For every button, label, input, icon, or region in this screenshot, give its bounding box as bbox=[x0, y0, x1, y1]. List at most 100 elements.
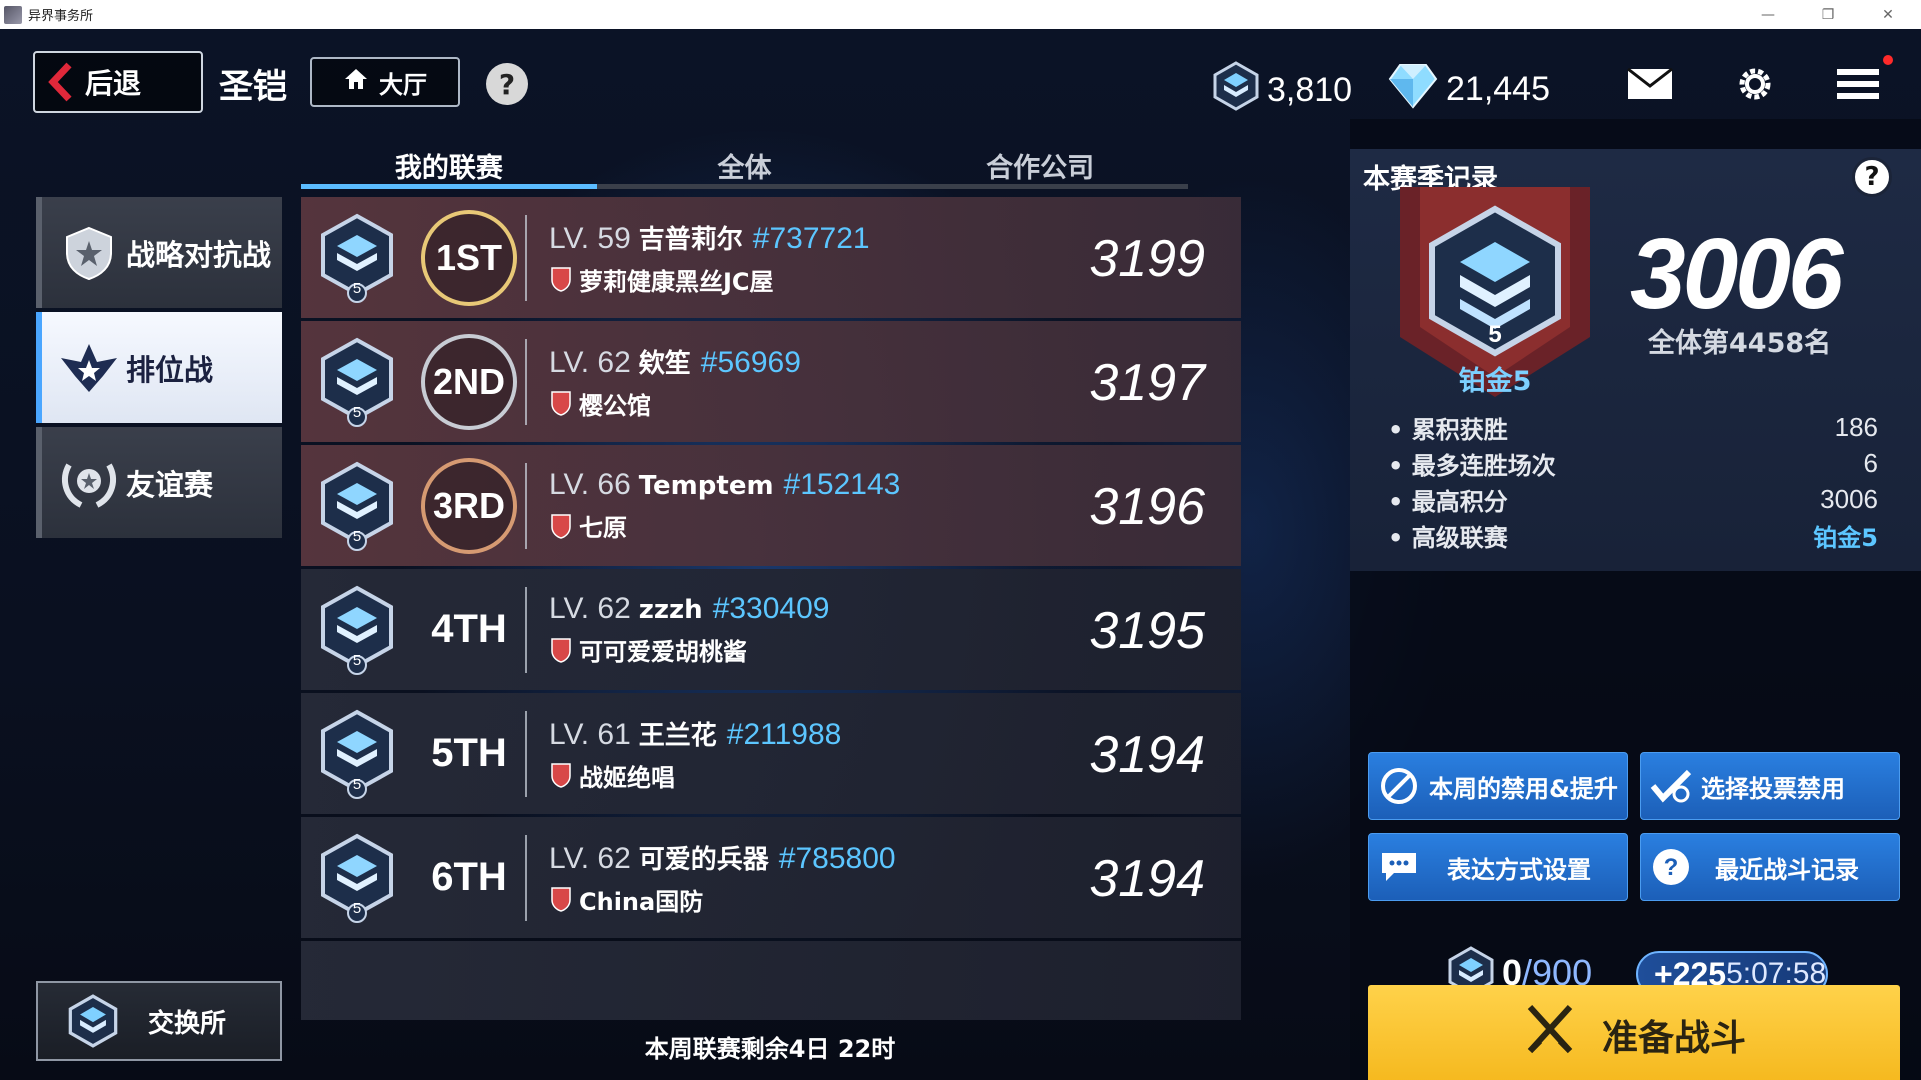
tier-number: 5 bbox=[352, 900, 362, 917]
mode-menu: 战略对抗战 排位战 友谊赛 bbox=[36, 197, 282, 542]
help-button[interactable]: ? bbox=[486, 63, 528, 105]
menu-item-strategy-battle[interactable]: 战略对抗战 bbox=[36, 197, 282, 308]
ranking-row-partial bbox=[301, 941, 1241, 1020]
ranking-row[interactable]: 5 4TH LV. 62 zzzh #330409 可可爱爱胡桃酱 3195 bbox=[301, 569, 1241, 690]
stat-label: • 最高积分 bbox=[1388, 487, 1508, 516]
stat-label: • 最多连胜场次 bbox=[1388, 451, 1556, 480]
prepare-battle-button[interactable]: 准备战斗 bbox=[1368, 985, 1900, 1080]
row-divider bbox=[525, 462, 527, 549]
week-remaining-text: 本周联赛剩余4日 22时 bbox=[644, 1035, 896, 1063]
back-button[interactable]: 后退 bbox=[33, 51, 203, 113]
season-score: 3006 bbox=[1630, 218, 1843, 330]
ranking-list[interactable]: 5 1ST LV. 59 吉普莉尔 #737721 萝莉健康黑丝JC屋 3199 5 2ND LV… bbox=[301, 197, 1241, 1020]
ban-icon bbox=[1369, 766, 1429, 806]
tier-number: 5 bbox=[1488, 321, 1502, 348]
player-name: 可爱的兵器 bbox=[638, 844, 769, 875]
guild-name: 萝莉健康黑丝JC屋 bbox=[579, 267, 774, 296]
tier-number: 5 bbox=[352, 776, 362, 793]
shield-star-icon bbox=[52, 223, 126, 283]
player-level: LV. 62 bbox=[549, 592, 631, 625]
player-uid: #152143 bbox=[783, 468, 901, 501]
laurel-medal-icon: 2ND bbox=[421, 333, 517, 430]
vote-ban-button[interactable]: 选择投票禁用 bbox=[1640, 752, 1900, 820]
overall-rank: 全体第4458名 bbox=[1648, 328, 1832, 359]
recent-battles-button[interactable]: ? 最近战斗记录 bbox=[1640, 833, 1900, 901]
close-icon[interactable]: ✕ bbox=[1865, 0, 1911, 29]
menu-item-ranked-battle[interactable]: 排位战 bbox=[36, 312, 282, 423]
tier-number: 5 bbox=[352, 404, 362, 421]
app-icon bbox=[4, 5, 22, 24]
season-help-button[interactable]: ? bbox=[1852, 157, 1892, 197]
battle-label: 准备战斗 bbox=[1601, 1018, 1746, 1059]
exchange-button[interactable]: 交换所 bbox=[36, 981, 282, 1061]
restore-icon[interactable]: ❐ bbox=[1805, 0, 1851, 29]
guild-emblem-icon bbox=[549, 886, 573, 912]
guild-emblem-icon bbox=[549, 762, 573, 788]
laurel-emblem-icon bbox=[52, 453, 126, 513]
crossed-swords-icon bbox=[1522, 1003, 1578, 1068]
stat-label: • 累积获胜 bbox=[1388, 415, 1508, 444]
ranking-row[interactable]: 5 6TH LV. 62 可爱的兵器 #785800 China国防 3194 bbox=[301, 817, 1241, 938]
stat-value: 186 bbox=[1834, 411, 1878, 442]
ban-boost-label: 本周的禁用&提升 bbox=[1429, 774, 1618, 803]
player-score: 3196 bbox=[1089, 478, 1205, 536]
ranking-row[interactable]: 5 5TH LV. 61 王兰花 #211988 战姬绝唱 3194 bbox=[301, 693, 1241, 814]
recent-battles-label: 最近战斗记录 bbox=[1715, 855, 1859, 884]
weekly-ban-boost-button[interactable]: 本周的禁用&提升 bbox=[1368, 752, 1628, 820]
lobby-button[interactable]: 大厅 bbox=[310, 57, 460, 107]
row-divider bbox=[525, 338, 527, 425]
rank-position: 1ST bbox=[413, 197, 525, 318]
rank-position: 5TH bbox=[431, 731, 507, 775]
laurel-medal-icon: 1ST bbox=[421, 209, 517, 306]
stat-value: 3006 bbox=[1820, 483, 1878, 514]
tier-number: 5 bbox=[352, 528, 362, 545]
row-divider bbox=[525, 586, 527, 673]
player-level: LV. 59 bbox=[549, 221, 631, 255]
check-vote-icon bbox=[1641, 768, 1701, 804]
stat-row: • 最多连胜场次 6 bbox=[1388, 445, 1878, 481]
window-title: 异界事务所 bbox=[28, 9, 94, 24]
player-uid: #56969 bbox=[700, 345, 801, 379]
game-area: 后退 圣铠 大厅 ? 3,810 21,445 我的联赛 全体 合作公司 战略对… bbox=[0, 29, 1921, 1080]
player-score: 3194 bbox=[1089, 850, 1205, 908]
winged-emblem-icon bbox=[52, 338, 126, 398]
season-stats: • 累积获胜 186 • 最多连胜场次 6 • 最高积分 3006 • 高级联赛 铂金5 bbox=[1388, 409, 1878, 553]
mail-icon[interactable] bbox=[1625, 59, 1675, 109]
minimize-icon[interactable]: — bbox=[1745, 0, 1791, 29]
laurel-medal-icon: 3RD bbox=[421, 457, 517, 554]
ranking-row[interactable]: 5 2ND LV. 62 欸笙 #56969 樱公馆 3197 bbox=[301, 321, 1241, 442]
home-icon bbox=[343, 67, 369, 97]
menu-item-label: 战略对抗战 bbox=[126, 237, 272, 272]
ranking-row[interactable]: 5 1ST LV. 59 吉普莉尔 #737721 萝莉健康黑丝JC屋 3199 bbox=[301, 197, 1241, 318]
exchange-label: 交换所 bbox=[148, 1008, 227, 1039]
diamond-icon bbox=[1388, 61, 1438, 118]
menu-item-label: 友谊赛 bbox=[126, 467, 214, 502]
guild-emblem-icon bbox=[549, 513, 573, 539]
guild-emblem-icon bbox=[549, 390, 573, 416]
rank-position: 6TH bbox=[431, 855, 507, 899]
tier-badge-icon: 5 bbox=[301, 321, 413, 442]
lobby-label: 大厅 bbox=[379, 70, 427, 99]
tab-my-league[interactable]: 我的联赛 bbox=[301, 138, 597, 190]
player-uid: #785800 bbox=[778, 841, 896, 875]
menu-item-friendly-match[interactable]: 友谊赛 bbox=[36, 427, 282, 538]
rank-position: 2ND bbox=[413, 321, 525, 442]
currency-stamina: 3,810 bbox=[1213, 61, 1352, 120]
tab-partner-company[interactable]: 合作公司 bbox=[892, 138, 1188, 190]
menu-icon[interactable] bbox=[1833, 59, 1883, 109]
tab-underline bbox=[301, 184, 1188, 189]
menu-item-label: 排位战 bbox=[126, 352, 214, 387]
player-score: 3197 bbox=[1089, 354, 1205, 412]
player-level: LV. 66 bbox=[549, 468, 631, 501]
tab-all[interactable]: 全体 bbox=[597, 138, 893, 190]
back-label: 后退 bbox=[85, 67, 142, 100]
gear-icon[interactable] bbox=[1730, 59, 1780, 109]
window-titlebar: 异界事务所 — ❐ ✕ bbox=[0, 0, 1921, 29]
expression-settings-button[interactable]: 表达方式设置 bbox=[1368, 833, 1628, 901]
player-uid: #330409 bbox=[712, 592, 830, 625]
guild-name: 樱公馆 bbox=[579, 391, 651, 420]
player-level: LV. 62 bbox=[549, 841, 631, 875]
row-divider bbox=[525, 214, 527, 301]
currency1-value: 3,810 bbox=[1267, 71, 1353, 109]
ranking-row[interactable]: 5 3RD LV. 66 Temptem #152143 七原 3196 bbox=[301, 445, 1241, 566]
